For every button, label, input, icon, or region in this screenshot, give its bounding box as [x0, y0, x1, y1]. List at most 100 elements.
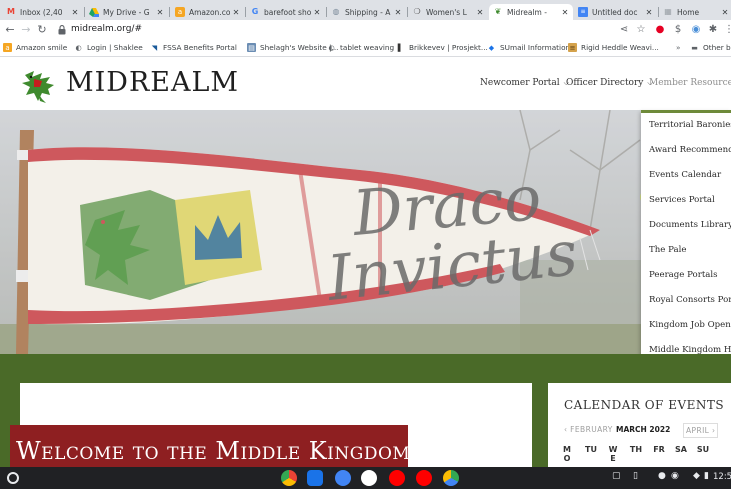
- amazon-icon: a: [3, 43, 12, 52]
- tab-close-icon[interactable]: ✕: [645, 8, 653, 17]
- calendar-day-thu: TH: [629, 445, 643, 454]
- wifi-icon[interactable]: ◆: [693, 471, 700, 481]
- clock[interactable]: 12:56: [713, 472, 731, 482]
- calendar-prev-month[interactable]: ‹ FEBRUARY: [564, 425, 613, 434]
- menu-item-documents-library[interactable]: Documents Library: [649, 220, 731, 230]
- tab-label: Untitled doc: [592, 7, 638, 17]
- nav-label: Member Resources: [649, 78, 731, 88]
- tab-untitled-doc[interactable]: ≡ Untitled doc ✕: [574, 4, 657, 20]
- bookmark-tablet-weaving[interactable]: ◐ tablet weaving: [327, 43, 394, 52]
- reload-icon[interactable]: ↻: [35, 23, 49, 37]
- dragon-icon: ❦: [494, 7, 502, 16]
- dollar-icon[interactable]: $: [671, 23, 685, 37]
- member-resources-dropdown: Territorial Baronies Award Recommendatio…: [641, 110, 731, 361]
- tab-close-icon[interactable]: ✕: [476, 8, 484, 17]
- site-header: MIDREALM Newcomer Portal ⌵ Officer Direct…: [0, 57, 731, 110]
- nav-newcomer-portal[interactable]: Newcomer Portal ⌵: [480, 78, 569, 88]
- welcome-heading: Welcome to the Middle Kingdom!: [16, 437, 421, 465]
- star-icon[interactable]: ☆: [634, 23, 648, 37]
- chrome-icon[interactable]: [281, 470, 297, 486]
- calendar-day-mon: M O: [563, 445, 571, 463]
- forward-arrow-icon[interactable]: →: [19, 23, 33, 37]
- other-bookmarks[interactable]: ▬ Other bookmarks: [690, 43, 731, 52]
- pinterest-icon[interactable]: ●: [653, 23, 667, 37]
- calendar-next-month[interactable]: APRIL ›: [683, 423, 719, 438]
- globe-icon: ◍: [332, 7, 340, 16]
- bookmark-brikkevev[interactable]: ▌ Brikkevev | Prosjekt...: [396, 43, 488, 52]
- tab-label: Home: [677, 7, 700, 17]
- folder-icon: ▬: [691, 43, 698, 52]
- menu-item-the-pale[interactable]: The Pale: [649, 245, 686, 255]
- calendar-day-sun: SU: [696, 445, 710, 454]
- phone-hub-icon[interactable]: ▯: [633, 471, 638, 481]
- bookmark-label: Login | Shaklee: [87, 43, 143, 52]
- bookmark-label: Rigid Heddle Weavi...: [581, 43, 659, 52]
- files-icon[interactable]: [307, 470, 323, 486]
- url-bar[interactable]: midrealm.org/#: [71, 24, 142, 34]
- nav-officer-directory[interactable]: Officer Directory ⌵: [566, 78, 653, 88]
- tab-close-icon[interactable]: ✕: [156, 8, 164, 17]
- extension-profile-icon[interactable]: ◉: [689, 23, 703, 37]
- tab-close-icon[interactable]: ✕: [232, 8, 240, 17]
- menu-item-events-calendar[interactable]: Events Calendar: [649, 170, 721, 180]
- bookmark-rigid-heddle[interactable]: ≡ Rigid Heddle Weavi...: [568, 43, 659, 52]
- other-bookmarks-label: Other bookmarks: [703, 43, 731, 52]
- calendar-widget: CALENDAR OF EVENTS ‹ FEBRUARY MARCH 2022…: [548, 383, 731, 467]
- puzzle-icon[interactable]: ✱: [706, 23, 720, 37]
- youtube-music-icon[interactable]: [416, 470, 432, 486]
- tab-close-icon[interactable]: ✕: [561, 8, 569, 17]
- tab-strip: M Inbox (2,40 ✕ My Drive - G ✕ a Amazon.…: [0, 0, 731, 20]
- calendar-day-fri: FR: [653, 445, 665, 454]
- menu-item-territorial-baronies[interactable]: Territorial Baronies: [649, 120, 731, 130]
- tab-close-icon[interactable]: ✕: [721, 8, 729, 17]
- fssa-icon: ◥: [151, 43, 158, 52]
- share-icon[interactable]: ⋖: [617, 23, 631, 37]
- tab-womens[interactable]: ❍ Women's L ✕: [408, 4, 488, 20]
- tab-label: Inbox (2,40: [20, 7, 63, 17]
- menu-item-royal-consorts-portal[interactable]: Royal Consorts Portal: [649, 295, 731, 305]
- bookmark-label: SUmail Information: [500, 43, 571, 52]
- tab-google-search[interactable]: G barefoot sho ✕: [246, 4, 325, 20]
- tab-gmail[interactable]: M Inbox (2,40 ✕: [2, 4, 83, 20]
- dragon-logo-icon[interactable]: [20, 65, 62, 105]
- nav-label: Newcomer Portal: [480, 78, 560, 88]
- tab-drive[interactable]: My Drive - G ✕: [85, 4, 168, 20]
- weave-icon: ≡: [568, 43, 577, 52]
- calendar-day-sat: SA: [675, 445, 687, 454]
- tab-home[interactable]: ▦ Home ✕: [659, 4, 731, 20]
- docs-app-icon[interactable]: [335, 470, 351, 486]
- menu-item-kingdom-job-openings[interactable]: Kingdom Job Openings: [649, 320, 731, 330]
- menu-item-award-recommendations[interactable]: Award Recommendations: [649, 145, 731, 155]
- status-number-icon[interactable]: ◉: [671, 471, 679, 481]
- back-arrow-icon[interactable]: ←: [3, 23, 17, 37]
- bookmarks-bar: a Amazon smile ◐ Login | Shaklee ◥ FSSA …: [0, 40, 731, 57]
- site-logo-text[interactable]: MIDREALM: [66, 67, 239, 98]
- tab-shipping[interactable]: ◍ Shipping - A ✕: [327, 4, 406, 20]
- lock-icon[interactable]: [58, 25, 66, 35]
- bookmark-shaklee[interactable]: ◐ Login | Shaklee: [74, 43, 143, 52]
- battery-icon[interactable]: ▮: [704, 471, 709, 481]
- youtube-icon[interactable]: [389, 470, 405, 486]
- launcher-icon[interactable]: [7, 472, 19, 484]
- menu-item-services-portal[interactable]: Services Portal: [649, 195, 715, 205]
- tab-midrealm[interactable]: ❦ Midrealm - ✕: [489, 4, 573, 20]
- tab-amazon[interactable]: a Amazon.com ✕: [171, 4, 244, 20]
- bookmark-label: tablet weaving: [340, 43, 395, 52]
- menu-icon[interactable]: ⋮: [722, 23, 731, 37]
- tab-close-icon[interactable]: ✕: [313, 8, 321, 17]
- clipboard-icon[interactable]: ▢: [612, 471, 621, 481]
- play-store-icon[interactable]: [443, 470, 459, 486]
- status-circle-icon[interactable]: ●: [658, 471, 666, 481]
- menu-item-peerage-portals[interactable]: Peerage Portals: [649, 270, 718, 280]
- tab-close-icon[interactable]: ✕: [71, 8, 79, 17]
- bookmark-amazon-smile[interactable]: a Amazon smile: [3, 43, 67, 52]
- tab-close-icon[interactable]: ✕: [394, 8, 402, 17]
- welcome-banner: Welcome to the Middle Kingdom!: [10, 425, 420, 467]
- tab-label: Women's L: [426, 7, 467, 17]
- bookmark-sumail[interactable]: ◆ SUmail Information: [487, 43, 570, 52]
- bookmark-fssa[interactable]: ◥ FSSA Benefits Portal: [150, 43, 237, 52]
- gmail-app-icon[interactable]: [361, 470, 377, 486]
- bookmarks-overflow-chevron[interactable]: »: [676, 43, 680, 52]
- bookmark-shelagh[interactable]: ▤ Shelagh's Website |...: [247, 43, 338, 52]
- nav-member-resources[interactable]: Member Resources⌵: [649, 78, 731, 88]
